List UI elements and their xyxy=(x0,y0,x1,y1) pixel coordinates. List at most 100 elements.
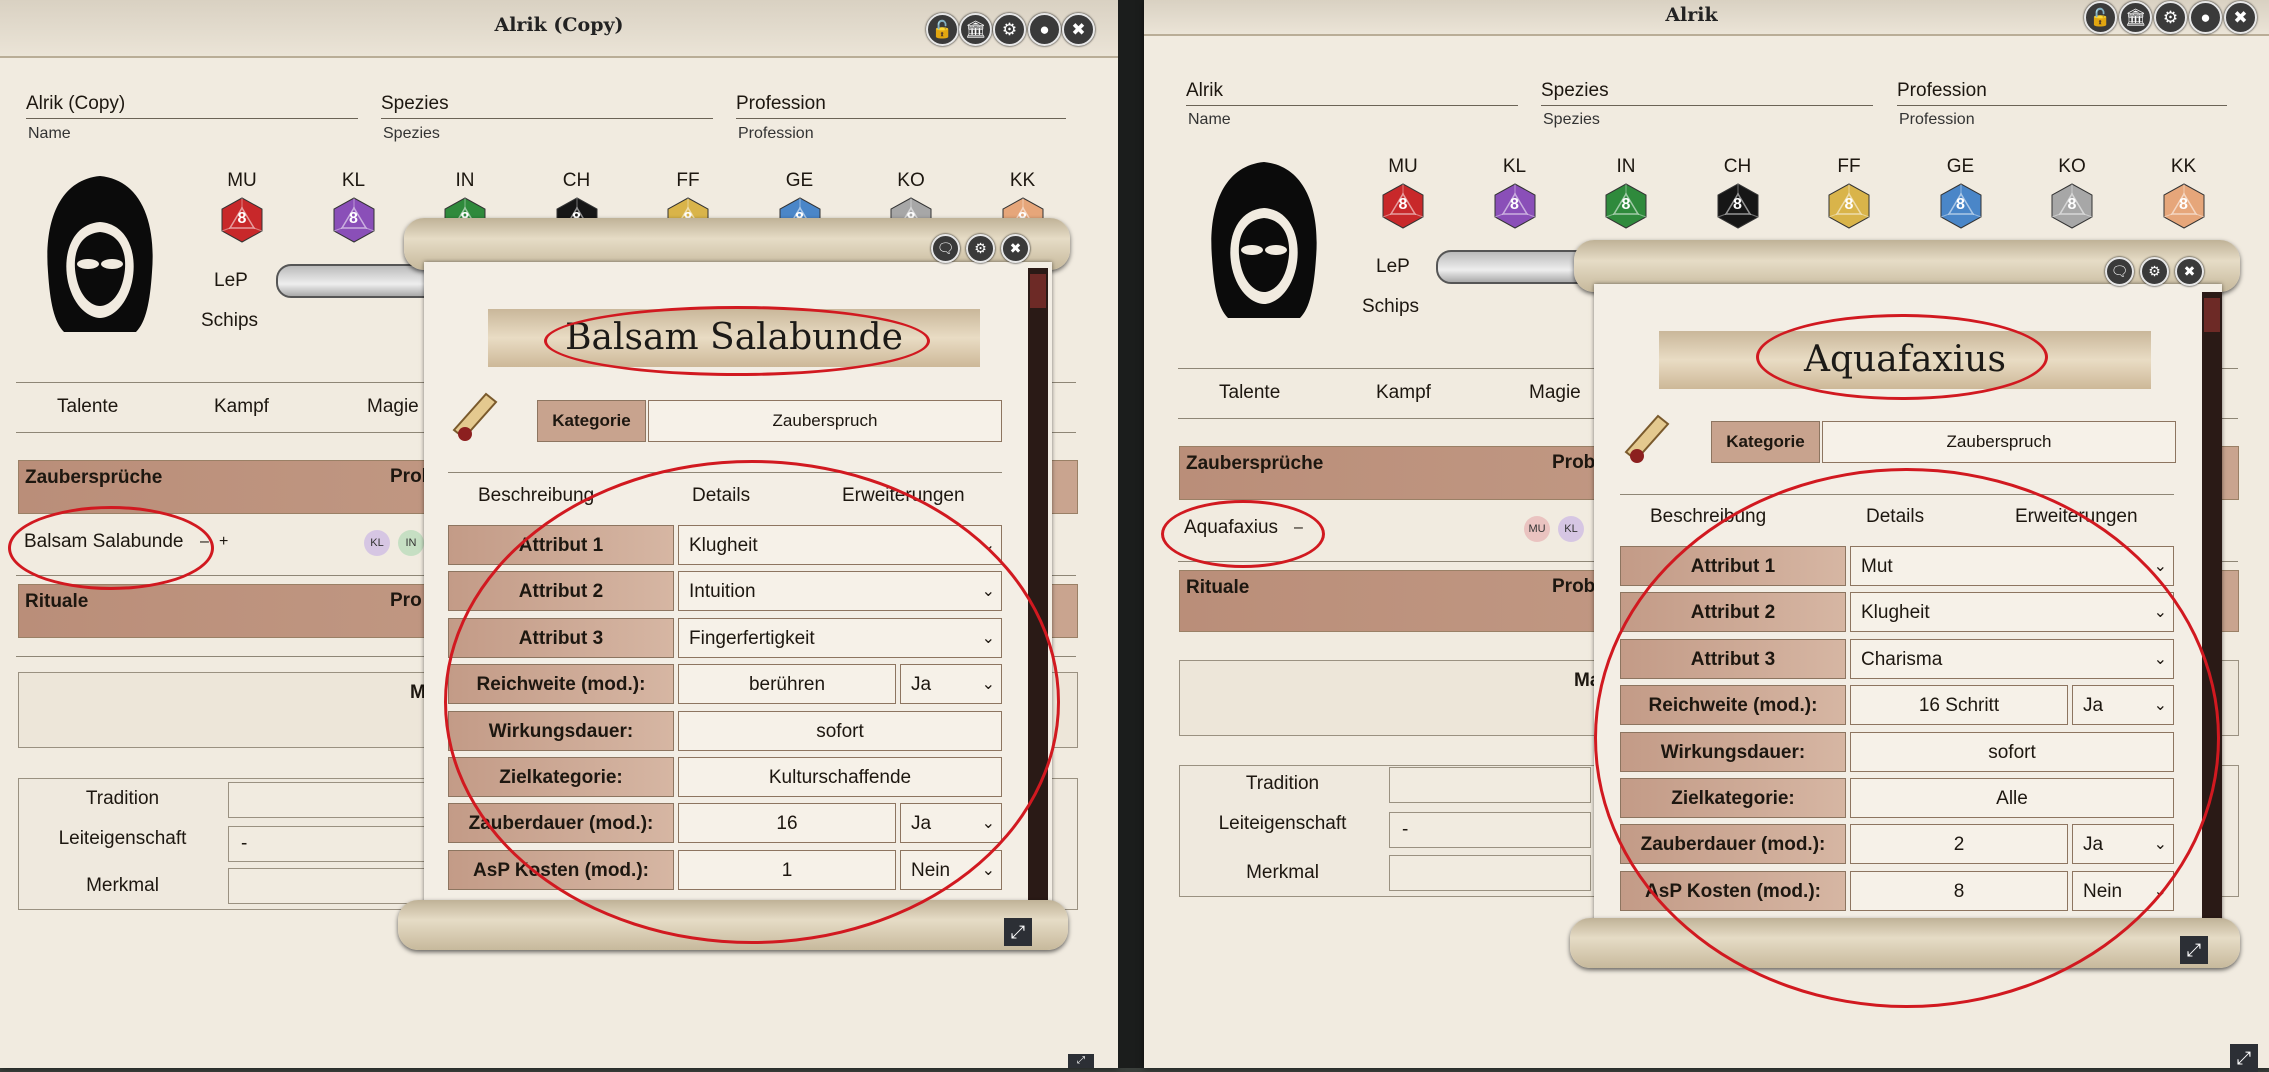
scroll-icon xyxy=(1624,414,1670,463)
scrollbar[interactable] xyxy=(2202,292,2222,920)
merkmal-input[interactable] xyxy=(1389,855,1591,891)
detail-select[interactable]: Klugheit ⌄ xyxy=(678,525,1002,565)
attribute-die-mu[interactable]: 8 xyxy=(1379,182,1427,230)
detail-select-value: Mut xyxy=(1861,556,1893,577)
resize-icon[interactable]: ⤢ xyxy=(1068,1054,1094,1068)
modifier-select[interactable]: Ja ⌄ xyxy=(900,803,1002,844)
spell-increase-button[interactable]: + xyxy=(219,533,228,551)
spell-name[interactable]: Aquafaxius xyxy=(1184,517,1278,539)
temple-icon[interactable]: 🏛 xyxy=(2119,1,2152,34)
attribute-die-ff[interactable]: 8 xyxy=(1825,182,1873,230)
tab-kampf[interactable]: Kampf xyxy=(214,396,269,418)
item-title-banner[interactable]: Aquafaxius xyxy=(1659,331,2151,389)
attribute-die-ko[interactable]: 8 xyxy=(2048,182,2096,230)
detail-value[interactable]: 2 xyxy=(1850,824,2068,865)
detail-value[interactable]: 1 xyxy=(678,849,896,890)
name-field[interactable]: Alrik (Copy) xyxy=(26,90,358,119)
detail-select[interactable]: Fingerfertigkeit ⌄ xyxy=(678,617,1002,658)
profession-field[interactable]: Profession xyxy=(1897,77,2227,106)
scrollbar[interactable] xyxy=(1028,268,1048,910)
chevron-down-icon: ⌄ xyxy=(2153,650,2167,668)
tab-details[interactable]: Details xyxy=(1866,506,1924,528)
detail-value[interactable]: 8 xyxy=(1850,870,2068,911)
attribute-die-ch[interactable]: 8 xyxy=(1714,182,1762,230)
kategorie-value[interactable]: Zauberspruch xyxy=(648,400,1002,442)
avatar[interactable] xyxy=(1198,158,1330,324)
close-icon[interactable]: ✖ xyxy=(1062,13,1095,46)
gear-icon[interactable]: ⚙ xyxy=(2154,1,2187,34)
leiteigenschaft-select[interactable]: - xyxy=(228,826,430,862)
user-icon[interactable]: ● xyxy=(2189,1,2222,34)
modifier-select[interactable]: Nein ⌄ xyxy=(2072,870,2174,911)
gear-icon[interactable]: ⚙ xyxy=(966,234,995,263)
tab-details[interactable]: Details xyxy=(692,485,750,507)
tab-beschreibung[interactable]: Beschreibung xyxy=(478,485,594,507)
resize-icon[interactable]: ⤢ xyxy=(1004,918,1032,946)
close-icon[interactable]: ✖ xyxy=(2175,257,2204,286)
close-icon[interactable]: ✖ xyxy=(2224,1,2257,34)
kategorie-value[interactable]: Zauberspruch xyxy=(1822,421,2176,463)
attribute-die-ge[interactable]: 8 xyxy=(1937,182,1985,230)
detail-select[interactable]: Charisma ⌄ xyxy=(1850,638,2174,679)
scrollbar-thumb[interactable] xyxy=(1030,274,1046,308)
detail-select[interactable]: Intuition ⌄ xyxy=(678,571,1002,612)
tradition-input[interactable] xyxy=(1389,767,1591,803)
leiteigenschaft-value: - xyxy=(241,833,248,854)
tab-erweiterungen[interactable]: Erweiterungen xyxy=(2015,506,2138,528)
lock-icon[interactable]: 🔓 xyxy=(926,13,959,46)
user-icon[interactable]: ● xyxy=(1028,13,1061,46)
modifier-select[interactable]: Nein ⌄ xyxy=(900,849,1002,890)
detail-select[interactable]: Klugheit ⌄ xyxy=(1850,592,2174,633)
spell-decrease-button[interactable]: – xyxy=(200,533,209,551)
chat-icon[interactable]: 🗨 xyxy=(931,234,960,263)
merkmal-input[interactable] xyxy=(228,868,430,904)
attribute-die-mu[interactable]: 8 xyxy=(218,196,266,244)
detail-value[interactable]: sofort xyxy=(1850,731,2174,772)
attribute-die-kk[interactable]: 8 xyxy=(2160,182,2208,230)
window-titlebar[interactable]: Alrik (Copy) 🔓 🏛 ⚙ ● ✖ xyxy=(0,0,1118,58)
chat-icon[interactable]: 🗨 xyxy=(2105,257,2134,286)
item-title-banner[interactable]: Balsam Salabunde xyxy=(488,309,980,367)
detail-label: Reichweite (mod.): xyxy=(448,664,674,705)
name-field[interactable]: Alrik xyxy=(1186,77,1518,106)
lep-bar[interactable] xyxy=(276,264,440,298)
close-icon[interactable]: ✖ xyxy=(1001,234,1030,263)
window-titlebar[interactable]: Alrik 🔓 🏛 ⚙ ● ✖ xyxy=(1144,0,2269,36)
detail-label: Zielkategorie: xyxy=(448,757,674,797)
lock-icon[interactable]: 🔓 xyxy=(2084,1,2117,34)
tab-kampf[interactable]: Kampf xyxy=(1376,382,1431,404)
modifier-select[interactable]: Ja ⌄ xyxy=(2072,685,2174,726)
detail-value[interactable]: 16 xyxy=(678,803,896,844)
tab-beschreibung[interactable]: Beschreibung xyxy=(1650,506,1766,528)
detail-value[interactable]: berühren xyxy=(678,664,896,705)
detail-select[interactable]: Mut ⌄ xyxy=(1850,546,2174,586)
profession-field[interactable]: Profession xyxy=(736,90,1066,119)
detail-value[interactable]: 16 Schritt xyxy=(1850,685,2068,726)
attribute-die-kl[interactable]: 8 xyxy=(330,196,378,244)
attribute-die-in[interactable]: 8 xyxy=(1602,182,1650,230)
attribute-die-kl[interactable]: 8 xyxy=(1491,182,1539,230)
tab-talente[interactable]: Talente xyxy=(57,396,118,418)
spell-name[interactable]: Balsam Salabunde xyxy=(24,531,184,553)
detail-value[interactable]: Kulturschaffende xyxy=(678,757,1002,797)
tab-magie[interactable]: Magie xyxy=(367,396,419,418)
species-field[interactable]: Spezies xyxy=(381,90,713,119)
spell-decrease-button[interactable]: – xyxy=(1294,519,1303,537)
tab-magie[interactable]: Magie xyxy=(1529,382,1581,404)
detail-value[interactable]: Alle xyxy=(1850,778,2174,818)
tradition-input[interactable] xyxy=(228,782,430,818)
tab-erweiterungen[interactable]: Erweiterungen xyxy=(842,485,965,507)
modifier-select[interactable]: Ja ⌄ xyxy=(900,664,1002,705)
resize-icon[interactable]: ⤢ xyxy=(2180,936,2208,964)
detail-value[interactable]: sofort xyxy=(678,710,1002,751)
modifier-select[interactable]: Ja ⌄ xyxy=(2072,824,2174,865)
tab-talente[interactable]: Talente xyxy=(1219,382,1280,404)
scrollbar-thumb[interactable] xyxy=(2204,298,2220,332)
species-field[interactable]: Spezies xyxy=(1541,77,1873,106)
attribute-label-kk: KK xyxy=(1009,170,1036,191)
leiteigenschaft-select[interactable]: - xyxy=(1389,812,1591,848)
gear-icon[interactable]: ⚙ xyxy=(2140,257,2169,286)
avatar[interactable] xyxy=(34,172,166,338)
temple-icon[interactable]: 🏛 xyxy=(959,13,992,46)
gear-icon[interactable]: ⚙ xyxy=(993,13,1026,46)
